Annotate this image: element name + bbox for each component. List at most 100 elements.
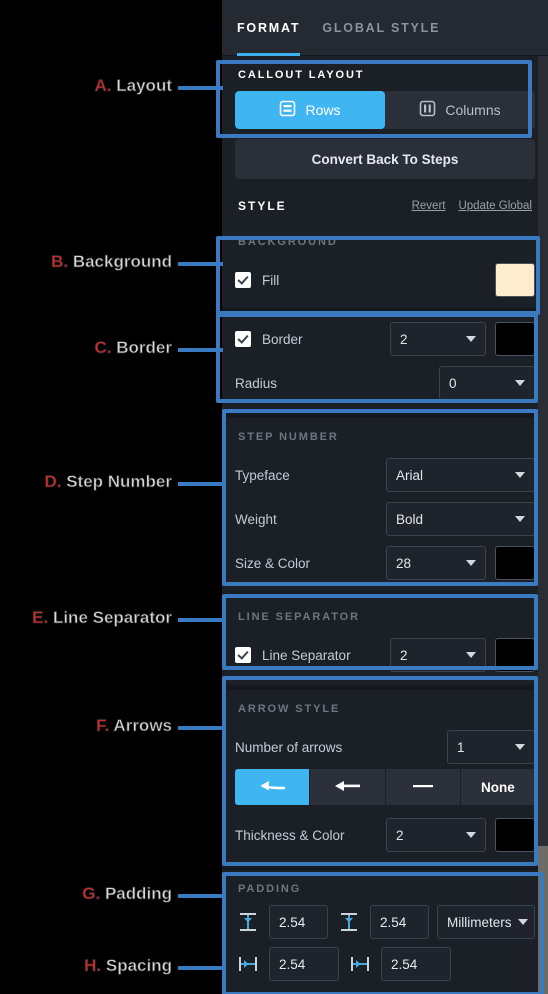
chevron-down-icon: [466, 560, 476, 566]
line-separator-row: Line Separator 2: [235, 633, 535, 677]
panel-scrollbar-track[interactable]: [538, 56, 548, 994]
arrow-color-swatch[interactable]: [495, 818, 535, 852]
arrow-style-none-button[interactable]: None: [460, 769, 535, 805]
section-step-number: STEP NUMBER Typeface Arial Weight Bold S…: [222, 418, 548, 593]
panel-tabbar: FORMAT GLOBAL STYLE: [222, 0, 548, 56]
line-separator-checkbox[interactable]: [235, 647, 251, 663]
convert-back-to-steps-button[interactable]: Convert Back To Steps: [235, 139, 535, 179]
number-of-arrows-row: Number of arrows 1: [235, 725, 535, 769]
padding-right-input[interactable]: 2.54: [381, 947, 451, 981]
chevron-down-icon: [517, 919, 528, 925]
thickness-dropdown[interactable]: 2: [386, 818, 486, 852]
arrow-style-segmented-control: None: [235, 769, 535, 805]
line-separator-width-dropdown[interactable]: 2: [390, 638, 486, 672]
annotation-letter-b: B.: [51, 252, 73, 272]
section-background: BACKGROUND Fill: [222, 223, 548, 308]
thickness-color-row: Thickness & Color 2: [235, 813, 535, 857]
panel-scrollbar-thumb[interactable]: [538, 56, 548, 846]
columns-icon: [419, 100, 436, 120]
border-color-swatch[interactable]: [495, 322, 535, 356]
annotation-label-a: A. Layout: [0, 76, 172, 96]
line-icon: [408, 777, 438, 798]
weight-label: Weight: [235, 511, 277, 527]
padding-bottom-value: 2.54: [380, 914, 407, 930]
arrow-style-title: ARROW STYLE: [238, 703, 341, 715]
annotation-leader-h: [178, 966, 226, 970]
arrow-style-line-button[interactable]: [385, 769, 461, 805]
line-separator-width-value: 2: [400, 647, 408, 663]
chevron-down-icon: [466, 652, 476, 658]
section-padding: PADDING 2.54 2.54 Millimeters 2.54 2.54: [222, 870, 548, 994]
annotation-label-c: C. Border: [0, 338, 172, 358]
size-value: 28: [396, 555, 412, 571]
radius-row: Radius 0: [235, 361, 535, 405]
format-panel: FORMAT GLOBAL STYLE CALLOUT LAYOUT Rows: [222, 0, 548, 994]
radius-dropdown[interactable]: 0: [439, 366, 535, 400]
chevron-down-icon: [515, 380, 525, 386]
arrow-style-curved-button[interactable]: [235, 769, 311, 805]
step-number-color-swatch[interactable]: [495, 546, 535, 580]
arrow-style-straight-button[interactable]: [310, 769, 386, 805]
annotation-label-h: H. Spacing: [0, 956, 173, 976]
padding-bottom-input[interactable]: 2.54: [370, 905, 429, 939]
layout-segmented-control: Rows Columns: [235, 91, 535, 129]
padding-title: PADDING: [238, 883, 302, 895]
padding-left-input[interactable]: 2.54: [269, 947, 339, 981]
revert-link[interactable]: Revert: [412, 200, 446, 212]
chevron-down-icon: [466, 336, 476, 342]
annotation-letter-d: D.: [44, 472, 67, 492]
layout-columns-button[interactable]: Columns: [385, 91, 535, 129]
style-title: STYLE: [238, 199, 287, 213]
annotation-leader-f: [178, 726, 226, 730]
typeface-dropdown[interactable]: Arial: [386, 458, 535, 492]
padding-units-dropdown[interactable]: Millimeters: [437, 905, 535, 939]
border-row: Border 2: [235, 317, 535, 361]
border-width-dropdown[interactable]: 2: [390, 322, 486, 356]
number-of-arrows-dropdown[interactable]: 1: [447, 730, 535, 764]
number-of-arrows-label: Number of arrows: [235, 739, 343, 755]
annotation-letter-c: C.: [94, 338, 117, 358]
style-header: STYLE Revert Update Global: [222, 187, 548, 223]
fill-color-swatch[interactable]: [495, 263, 535, 297]
annotation-leader-e: [178, 618, 226, 622]
tab-format[interactable]: FORMAT: [237, 0, 301, 56]
annotation-text-f: Arrows: [113, 716, 172, 736]
thickness-value: 2: [396, 827, 404, 843]
padding-vertical-row: 2.54 2.54 Millimeters: [235, 905, 535, 939]
line-separator-label: Line Separator: [262, 647, 351, 663]
annotation-letter-g: G.: [82, 884, 105, 904]
annotation-leader-d: [178, 482, 226, 486]
annotation-leader-a: [178, 86, 223, 90]
layout-rows-button[interactable]: Rows: [235, 91, 385, 129]
section-border: Border 2 Radius 0: [222, 313, 548, 413]
padding-units-value: Millimeters: [447, 914, 512, 930]
screenshot-root: FORMAT GLOBAL STYLE CALLOUT LAYOUT Rows: [0, 0, 548, 994]
size-dropdown[interactable]: 28: [386, 546, 486, 580]
annotation-label-g: G. Padding: [0, 884, 172, 904]
section-callout-layout: CALLOUT LAYOUT Rows Columns Convert Back…: [222, 56, 548, 179]
layout-rows-label: Rows: [305, 102, 341, 118]
annotation-leader-g: [178, 894, 226, 898]
fill-label: Fill: [262, 272, 280, 288]
annotation-text-c: Border: [116, 338, 172, 358]
line-separator-color-swatch[interactable]: [495, 638, 535, 672]
typeface-row: Typeface Arial: [235, 453, 535, 497]
thickness-color-label: Thickness & Color: [235, 827, 345, 843]
chevron-down-icon: [515, 472, 525, 478]
weight-value: Bold: [396, 511, 424, 527]
radius-label: Radius: [235, 375, 278, 391]
padding-horizontal-row: 2.54 2.54: [235, 947, 535, 981]
update-global-link[interactable]: Update Global: [458, 200, 532, 212]
annotation-text-g: Padding: [104, 884, 173, 904]
annotation-leader-c: [178, 348, 223, 352]
fill-checkbox[interactable]: [235, 272, 251, 288]
padding-right-icon: [347, 951, 373, 977]
weight-dropdown[interactable]: Bold: [386, 502, 535, 536]
section-arrow-style: ARROW STYLE Number of arrows 1 None Thic…: [222, 690, 548, 865]
typeface-value: Arial: [396, 467, 424, 483]
border-checkbox[interactable]: [235, 331, 251, 347]
size-color-row: Size & Color 28: [235, 541, 535, 585]
padding-top-input[interactable]: 2.54: [269, 905, 328, 939]
tab-global-style[interactable]: GLOBAL STYLE: [322, 0, 440, 56]
arrow-curved-left-icon: [257, 777, 287, 798]
